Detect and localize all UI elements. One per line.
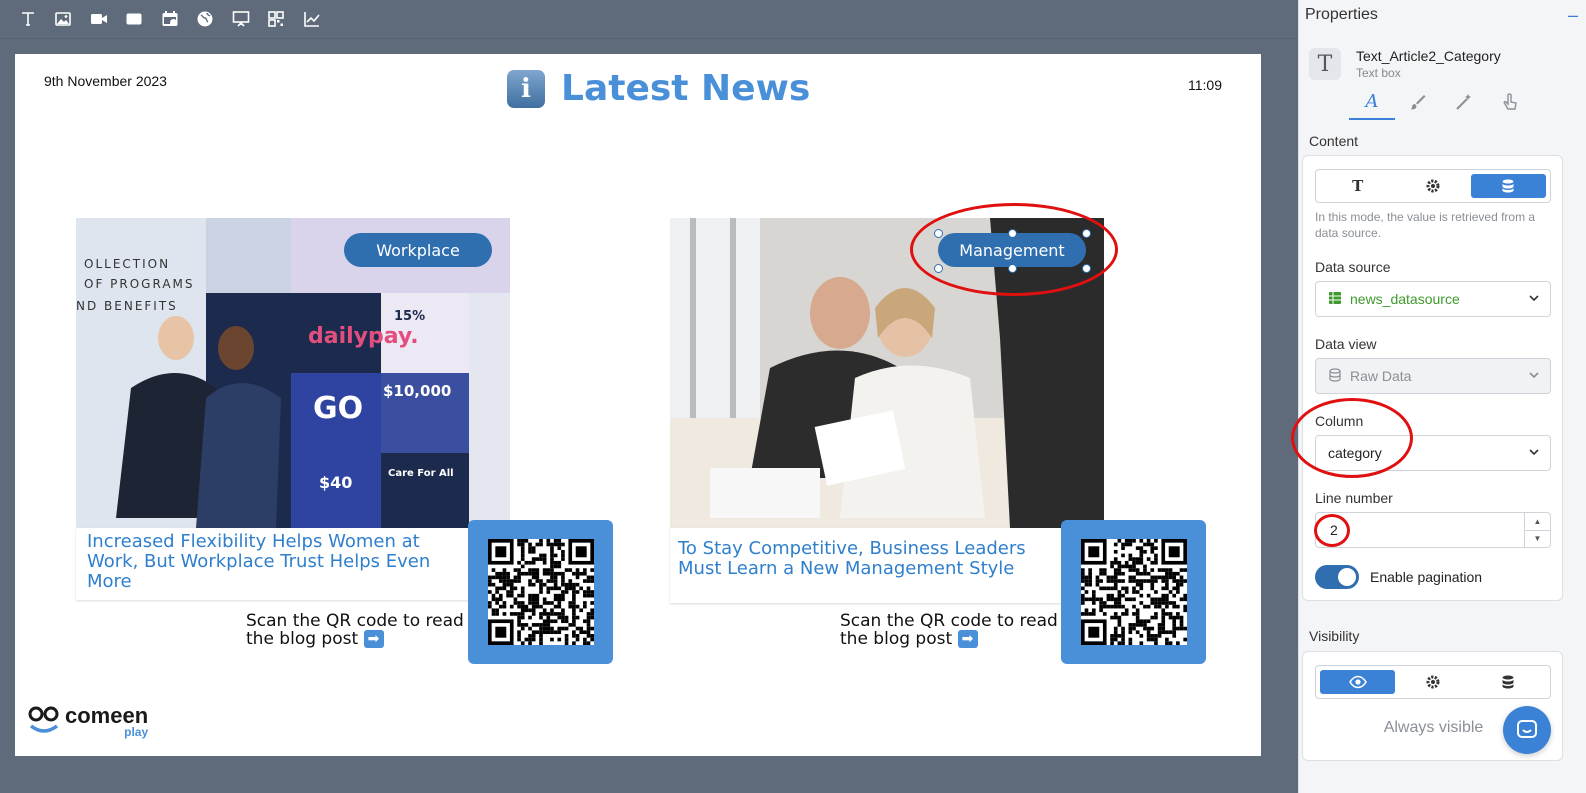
svg-text:OF PROGRAMS: OF PROGRAMS xyxy=(84,277,195,291)
mode-dynamic-gear-icon[interactable] xyxy=(1395,174,1470,198)
comeen-logo-mark xyxy=(28,706,59,733)
svg-text:ND BENEFITS: ND BENEFITS xyxy=(76,299,178,313)
text-box-icon: T xyxy=(1309,48,1341,80)
resize-handle-bl[interactable] xyxy=(934,264,943,273)
article2-qr-code xyxy=(1080,539,1187,645)
content-section-label: Content xyxy=(1309,133,1359,149)
chat-icon xyxy=(1517,720,1537,738)
resize-handle-br[interactable] xyxy=(1082,264,1091,273)
resize-handle-tl[interactable] xyxy=(934,229,943,238)
spreadsheet-icon xyxy=(1328,291,1342,308)
presentation-tool-icon[interactable] xyxy=(223,0,259,38)
article2-category-pill[interactable]: Management xyxy=(938,233,1086,267)
web-tool-icon[interactable] xyxy=(188,0,224,38)
visibility-section-label: Visibility xyxy=(1309,628,1360,644)
annotation-ellipse-line-number xyxy=(1314,514,1350,547)
article1-caption: Increased Flexibility Helps Women at Wor… xyxy=(76,528,469,600)
visibility-mode-selector xyxy=(1315,665,1551,699)
arrow-right-icon: ➡ xyxy=(957,630,978,648)
stepper-down-icon[interactable]: ▼ xyxy=(1525,531,1550,548)
resize-handle-tr[interactable] xyxy=(1082,229,1091,238)
info-icon[interactable]: i xyxy=(507,69,545,108)
shape-tool-icon[interactable] xyxy=(117,0,153,38)
element-name: Text_Article2_Category xyxy=(1356,48,1501,64)
properties-panel: Properties – T Text_Article2_Category Te… xyxy=(1291,0,1586,793)
svg-text:$40: $40 xyxy=(319,473,352,492)
text-tool-icon[interactable] xyxy=(10,0,46,38)
data-source-label: Data source xyxy=(1315,259,1391,275)
chart-tool-icon[interactable] xyxy=(294,0,330,38)
article1-headline[interactable]: Increased Flexibility Helps Women at Wor… xyxy=(76,528,469,592)
line-number-input[interactable]: 2 ▲ ▼ xyxy=(1315,512,1551,548)
qr-tool-icon[interactable] xyxy=(259,0,295,38)
article2-caption: To Stay Competitive, Business Leaders Mu… xyxy=(670,528,1063,603)
stepper-up-icon[interactable]: ▲ xyxy=(1525,513,1550,531)
data-view-label: Data view xyxy=(1315,336,1377,352)
annotation-ellipse-column xyxy=(1291,398,1413,478)
clock-text[interactable]: 11:09 xyxy=(1188,77,1222,93)
data-view-select[interactable]: Raw Data xyxy=(1315,358,1551,394)
image-tool-icon[interactable] xyxy=(46,0,82,38)
database-icon xyxy=(1328,367,1342,385)
panel-title: Properties xyxy=(1305,6,1378,23)
arrow-right-icon: ➡ xyxy=(363,630,384,648)
data-view-value: Raw Data xyxy=(1350,368,1412,384)
element-summary: T Text_Article2_Category Text box A xyxy=(1299,34,1586,120)
collapse-icon[interactable]: – xyxy=(1568,5,1578,26)
line-number-label: Line number xyxy=(1315,490,1393,506)
article2-qr-tile[interactable] xyxy=(1061,520,1206,664)
svg-text:OLLECTION: OLLECTION xyxy=(84,257,170,271)
article1-category-pill[interactable]: Workplace xyxy=(344,233,492,267)
calendar-tool-icon[interactable] xyxy=(152,0,188,38)
data-source-select[interactable]: news_datasource xyxy=(1315,281,1551,317)
article1-scan-text[interactable]: Scan the QR code to read the blog post ➡ xyxy=(246,612,466,648)
line-number-stepper[interactable]: ▲ ▼ xyxy=(1524,513,1550,547)
article2-scan-label: Scan the QR code to read the blog post xyxy=(840,611,1058,649)
mode-static-text-icon[interactable]: T xyxy=(1320,174,1395,198)
date-text[interactable]: 9th November 2023 xyxy=(44,73,167,89)
article2-headline[interactable]: To Stay Competitive, Business Leaders Mu… xyxy=(670,528,1063,579)
resize-handle-bm[interactable] xyxy=(1008,264,1017,273)
visibility-datasource-database-icon[interactable] xyxy=(1471,670,1546,694)
insert-toolbar xyxy=(0,0,1298,38)
content-mode-selector: T xyxy=(1315,169,1551,203)
visibility-conditional-gear-icon[interactable] xyxy=(1395,670,1470,694)
property-tabs: A xyxy=(1349,84,1533,120)
svg-text:dailypay.: dailypay. xyxy=(308,324,419,349)
article1-qr-tile[interactable] xyxy=(468,520,613,664)
comeen-play-logo[interactable]: comeen play xyxy=(27,704,148,739)
svg-text:$10,000: $10,000 xyxy=(383,382,451,400)
tab-text-icon[interactable]: A xyxy=(1349,84,1395,120)
article2-scan-text[interactable]: Scan the QR code to read the blog post ➡ xyxy=(840,612,1060,648)
mode-datasource-database-icon[interactable] xyxy=(1470,174,1546,198)
pagination-toggle[interactable] xyxy=(1315,565,1359,589)
element-type: Text box xyxy=(1356,66,1401,80)
panel-header: Properties – xyxy=(1299,0,1586,30)
data-source-value: news_datasource xyxy=(1350,291,1460,307)
tab-effects-wand-icon[interactable] xyxy=(1441,84,1487,120)
article1-scan-label: Scan the QR code to read the blog post xyxy=(246,611,464,649)
video-tool-icon[interactable] xyxy=(81,0,117,38)
content-section: T In this mode, the value is retrieved f… xyxy=(1291,155,1563,601)
resize-handle-tm[interactable] xyxy=(1008,229,1017,238)
chevron-down-icon xyxy=(1528,292,1540,307)
pagination-label: Enable pagination xyxy=(1370,569,1483,585)
chat-support-button[interactable] xyxy=(1503,706,1551,754)
svg-text:15%: 15% xyxy=(394,309,425,324)
chevron-down-icon xyxy=(1528,446,1540,461)
tab-interaction-pointer-icon[interactable] xyxy=(1487,84,1533,120)
svg-text:GO: GO xyxy=(313,391,363,426)
mode-hint: In this mode, the value is retrieved fro… xyxy=(1315,210,1536,240)
chevron-down-icon xyxy=(1528,369,1540,384)
svg-text:Care For All: Care For All xyxy=(388,468,454,479)
slide-canvas: 9th November 2023 11:09 i Latest News OL… xyxy=(15,54,1261,756)
article1-qr-code xyxy=(487,539,594,645)
slide-header: i Latest News xyxy=(507,68,810,109)
slide-title[interactable]: Latest News xyxy=(561,68,810,109)
tab-style-brush-icon[interactable] xyxy=(1395,84,1441,120)
visibility-always-eye-icon[interactable] xyxy=(1320,670,1396,694)
